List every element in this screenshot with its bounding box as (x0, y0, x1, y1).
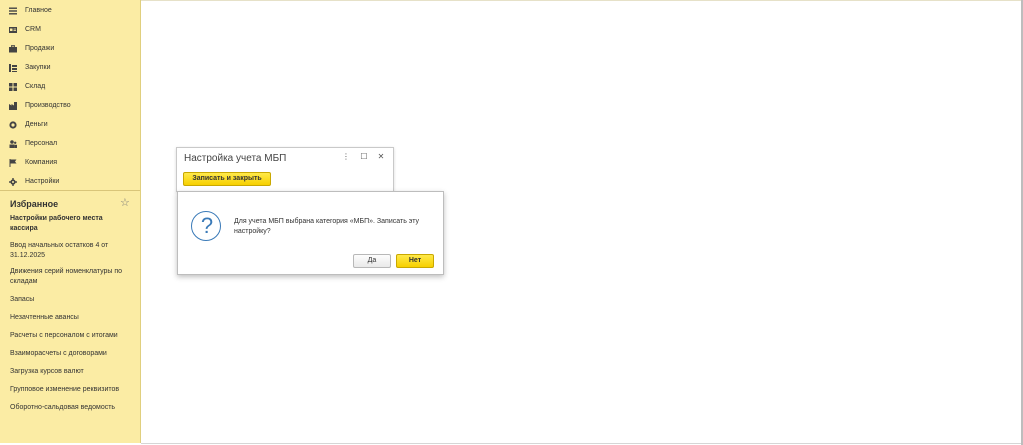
sidebar-item-label: Настройки (25, 178, 60, 185)
favorite-item[interactable]: Расчеты с персоналом с итогами (10, 331, 132, 341)
coins-icon (9, 120, 17, 129)
star-icon[interactable]: ☆ (120, 196, 130, 209)
favorite-item[interactable]: Взаиморасчеты с договорами (10, 349, 132, 359)
warehouse-icon (9, 82, 17, 91)
more-menu-icon[interactable]: ⋮ (341, 152, 351, 162)
sidebar-item-money[interactable]: Деньги (0, 115, 140, 134)
main-area-bottom-border (141, 443, 1023, 444)
yes-button[interactable]: Да (353, 254, 391, 268)
crm-card-icon (9, 26, 17, 33)
sidebar-item-settings[interactable]: Настройки (0, 172, 140, 191)
sidebar-item-sales[interactable]: Продажи (0, 39, 140, 58)
gear-icon (9, 177, 17, 186)
sidebar-item-purchases[interactable]: Закупки (0, 58, 140, 77)
sidebar-item-label: Закупки (25, 64, 51, 71)
no-button[interactable]: Нет (396, 254, 434, 268)
sidebar: Главное CRM Продажи Закупки Склад Произв… (0, 0, 141, 443)
favorite-item[interactable]: Запасы (10, 295, 132, 305)
briefcase-icon (9, 44, 17, 52)
favorite-item[interactable]: Незачтенные авансы (10, 313, 132, 323)
dialog-message: Для учета МБП выбрана категория «МБП». З… (234, 218, 419, 235)
factory-icon (9, 101, 17, 110)
menu-lines-icon (9, 7, 17, 14)
sidebar-item-label: Деньги (25, 121, 48, 128)
sidebar-item-main[interactable]: Главное (0, 1, 140, 20)
sidebar-item-label: CRM (25, 26, 41, 33)
settings-form-window: Настройка учета МБП ⋮ ☐ ✕ Записать и зак… (176, 147, 394, 192)
sidebar-item-company[interactable]: Компания (0, 153, 140, 172)
close-icon[interactable]: ✕ (376, 152, 386, 162)
cart-icon (9, 63, 17, 72)
question-icon: ? (191, 211, 221, 241)
favorite-item[interactable]: Оборотно-сальдовая ведомость (10, 403, 132, 413)
sidebar-item-production[interactable]: Производство (0, 96, 140, 115)
favorite-item[interactable]: Движения серий номенклатуры по складам (10, 267, 132, 287)
favorite-item[interactable]: Загрузка курсов валют (10, 367, 132, 377)
flag-icon (9, 158, 17, 167)
sidebar-divider (0, 190, 140, 191)
people-icon (9, 139, 17, 148)
sidebar-item-crm[interactable]: CRM (0, 20, 140, 39)
sidebar-item-label: Продажи (25, 45, 55, 52)
sidebar-item-label: Персонал (25, 140, 58, 147)
form-title: Настройка учета МБП (184, 153, 287, 164)
sidebar-item-label: Главное (25, 7, 52, 14)
main-area-top-border (141, 0, 1023, 1)
favorites-title: Избранное (10, 199, 59, 209)
favorite-item[interactable]: Настройки рабочего места кассира (10, 214, 132, 234)
sidebar-item-label: Компания (25, 159, 58, 166)
save-and-close-button[interactable]: Записать и закрыть (183, 172, 271, 186)
sidebar-item-label: Производство (25, 102, 71, 109)
favorite-item[interactable]: Ввод начальных остатков 4 от 31.12.2025 (10, 241, 132, 261)
maximize-icon[interactable]: ☐ (359, 152, 369, 162)
favorite-item[interactable]: Групповое изменение реквизитов (10, 385, 132, 395)
sidebar-item-label: Склад (25, 83, 46, 90)
sidebar-item-warehouse[interactable]: Склад (0, 77, 140, 96)
confirm-dialog: ? Для учета МБП выбрана категория «МБП».… (177, 191, 444, 275)
sidebar-item-personnel[interactable]: Персонал (0, 134, 140, 153)
